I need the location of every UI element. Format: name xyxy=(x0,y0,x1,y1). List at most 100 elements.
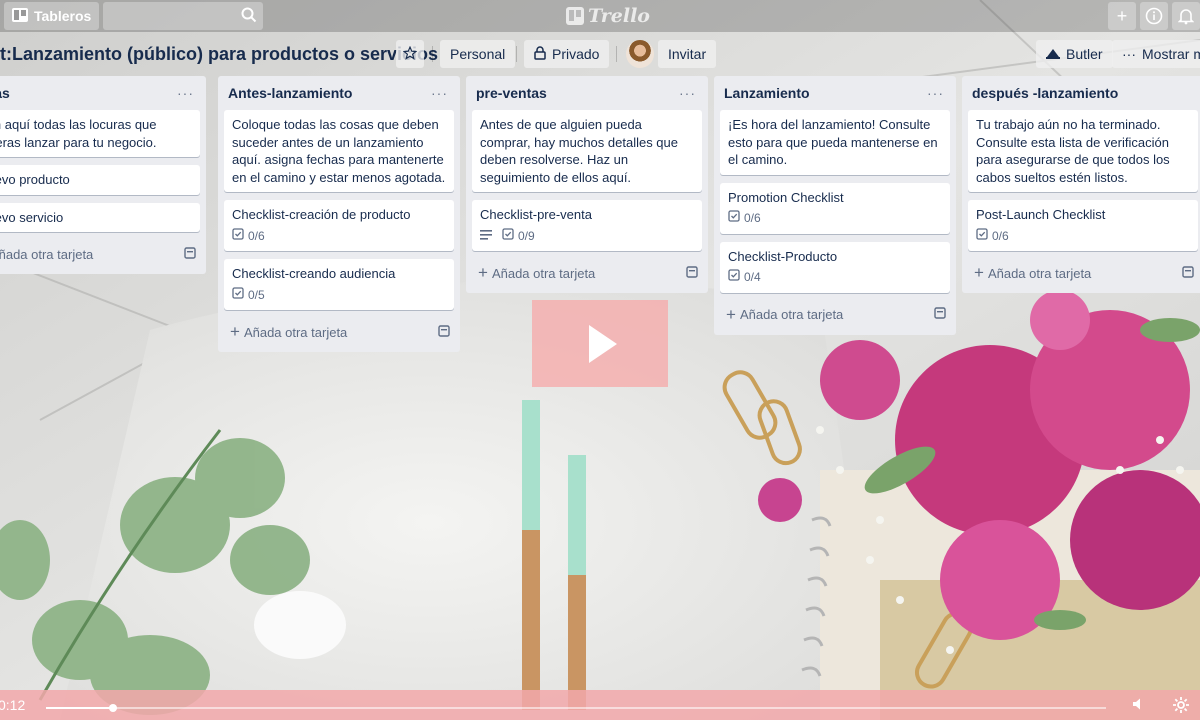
card-template-icon[interactable] xyxy=(1182,265,1194,281)
star-button[interactable] xyxy=(396,40,424,68)
star-icon xyxy=(402,45,418,63)
play-icon xyxy=(589,324,617,363)
team-visibility-button[interactable]: Personal xyxy=(440,40,516,68)
checklist-icon xyxy=(976,227,988,246)
card[interactable]: Coloque todas las cosas que deben sucede… xyxy=(224,110,454,192)
list-header: Lanzamiento ··· xyxy=(720,76,950,110)
search-icon[interactable] xyxy=(241,7,257,28)
list-header: Ideas ··· xyxy=(0,76,200,110)
card-template-icon[interactable] xyxy=(686,265,698,281)
team-visibility-label: Personal xyxy=(450,46,506,62)
card-title: Nuevo producto xyxy=(0,172,70,187)
list-title[interactable]: Antes-lanzamiento xyxy=(228,85,352,101)
video-scrub-handle[interactable] xyxy=(108,704,117,712)
card[interactable]: Checklist-Producto 0/4 xyxy=(720,241,950,293)
divider xyxy=(616,46,617,62)
list-title[interactable]: Lanzamiento xyxy=(724,85,810,101)
add-card-button[interactable]: +Añada otra tarjeta xyxy=(968,259,1198,287)
play-button[interactable] xyxy=(532,300,668,387)
checklist-count: 0/6 xyxy=(744,211,761,225)
card-template-icon[interactable] xyxy=(438,324,450,340)
invite-button[interactable]: Invitar xyxy=(658,40,717,68)
invite-label: Invitar xyxy=(668,46,707,62)
checklist-badge: 0/6 xyxy=(232,227,265,246)
settings-gear-icon[interactable] xyxy=(1172,696,1190,719)
add-card-label: Añada otra tarjeta xyxy=(491,265,596,281)
list-menu-icon[interactable]: ··· xyxy=(927,85,944,101)
plus-icon: + xyxy=(726,304,736,324)
list-pre-ventas: pre-ventas ··· Antes de que alguien pued… xyxy=(466,76,708,293)
avatar[interactable] xyxy=(626,40,654,68)
checklist-icon xyxy=(728,269,740,287)
butler-button[interactable]: Butler xyxy=(1036,40,1113,68)
card[interactable]: Pon aquí todas las locuras que quieras l… xyxy=(0,110,200,157)
add-card-button[interactable]: +Añada otra tarjeta xyxy=(0,240,200,268)
card-title: Checklist-creando audiencia xyxy=(232,266,396,281)
checklist-icon xyxy=(232,227,244,246)
info-icon[interactable] xyxy=(1140,2,1168,30)
list-title[interactable]: pre-ventas xyxy=(476,85,547,101)
list-title[interactable]: después -lanzamiento xyxy=(972,85,1118,101)
card[interactable]: Post-Launch Checklist 0/6 xyxy=(968,200,1198,251)
card[interactable]: Nuevo producto xyxy=(0,165,200,195)
add-card-button[interactable]: +Añada otra tarjeta xyxy=(224,318,454,346)
plus-icon: + xyxy=(478,263,488,282)
checklist-badge: 0/9 xyxy=(502,227,535,246)
card-template-icon[interactable] xyxy=(934,307,946,322)
card-title: Post-Launch Checklist xyxy=(976,207,1106,222)
list-menu-icon[interactable]: ··· xyxy=(431,85,448,101)
butler-icon xyxy=(1046,46,1060,62)
board-title[interactable]: t:Lanzamiento (público) para productos o… xyxy=(0,42,448,67)
checklist-badge: 0/6 xyxy=(728,210,761,228)
more-icon: ··· xyxy=(1122,46,1136,62)
butler-label: Butler xyxy=(1066,46,1103,62)
show-menu-label: Mostrar menú xyxy=(1142,46,1200,62)
card-title: Nuevo servicio xyxy=(0,209,64,225)
add-card-label: Añada otra tarjeta xyxy=(987,265,1092,281)
description-icon xyxy=(480,228,492,246)
checklist-badge: 0/5 xyxy=(232,286,265,305)
add-icon[interactable]: + xyxy=(1108,2,1136,30)
card[interactable]: Checklist-creando audiencia 0/5 xyxy=(224,259,454,310)
card-title: Promotion Checklist xyxy=(728,189,844,205)
card[interactable]: Antes de que alguien pueda comprar, hay … xyxy=(472,110,702,192)
card[interactable]: Tu trabajo aún no ha terminado. Consulte… xyxy=(968,110,1198,192)
volume-icon[interactable] xyxy=(1132,697,1146,716)
list-antes-lanzamiento: Antes-lanzamiento ··· Coloque todas las … xyxy=(218,76,460,352)
checklist-count: 0/6 xyxy=(248,228,265,243)
boards-button[interactable]: Tableros xyxy=(4,2,100,30)
boards-label: Tableros xyxy=(34,8,92,24)
card[interactable]: Nuevo servicio xyxy=(0,202,200,232)
video-progress-track[interactable] xyxy=(46,704,1106,712)
search-input[interactable] xyxy=(103,2,264,30)
trello-logo[interactable]: Trello xyxy=(566,4,650,28)
list-header: pre-ventas ··· xyxy=(472,76,702,110)
card-template-icon[interactable] xyxy=(184,246,196,262)
checklist-count: 0/5 xyxy=(248,287,265,302)
list-menu-icon[interactable]: ··· xyxy=(177,85,194,101)
privacy-label: Privado xyxy=(552,46,600,62)
boards-icon xyxy=(12,7,28,25)
bell-icon[interactable] xyxy=(1172,2,1200,30)
list-menu-icon[interactable]: ··· xyxy=(679,85,696,101)
card-title: Coloque todas las cosas que deben sucede… xyxy=(232,117,446,185)
show-menu-button[interactable]: ··· Mostrar menú xyxy=(1112,40,1200,68)
list-title[interactable]: Ideas xyxy=(0,85,10,101)
card[interactable]: Promotion Checklist 0/6 xyxy=(720,182,950,234)
checklist-badge: 0/6 xyxy=(976,227,1009,246)
top-navigation: Tableros Trello + xyxy=(0,0,1200,32)
add-card-button[interactable]: +Añada otra tarjeta xyxy=(472,259,702,287)
list-lanzamiento: Lanzamiento ··· ¡Es hora del lanzamiento… xyxy=(714,76,956,335)
card-title: Antes de que alguien pueda comprar, hay … xyxy=(480,117,678,185)
privacy-button[interactable]: Privado xyxy=(524,40,610,68)
add-card-button[interactable]: +Añada otra tarjeta xyxy=(720,301,950,329)
add-card-label: Añada otra tarjeta xyxy=(0,246,94,262)
list-header: después -lanzamiento xyxy=(968,76,1198,110)
card[interactable]: Checklist-pre-venta 0/9 xyxy=(472,200,702,251)
checklist-count: 0/9 xyxy=(518,228,535,243)
card[interactable]: Checklist-creación de producto 0/6 xyxy=(224,200,454,251)
card[interactable]: ¡Es hora del lanzamiento! Consulte esto … xyxy=(720,110,950,175)
card-title: Tu trabajo aún no ha terminado. Consulte… xyxy=(976,117,1170,185)
checklist-icon xyxy=(728,210,740,228)
add-card-label: Añada otra tarjeta xyxy=(739,307,844,322)
